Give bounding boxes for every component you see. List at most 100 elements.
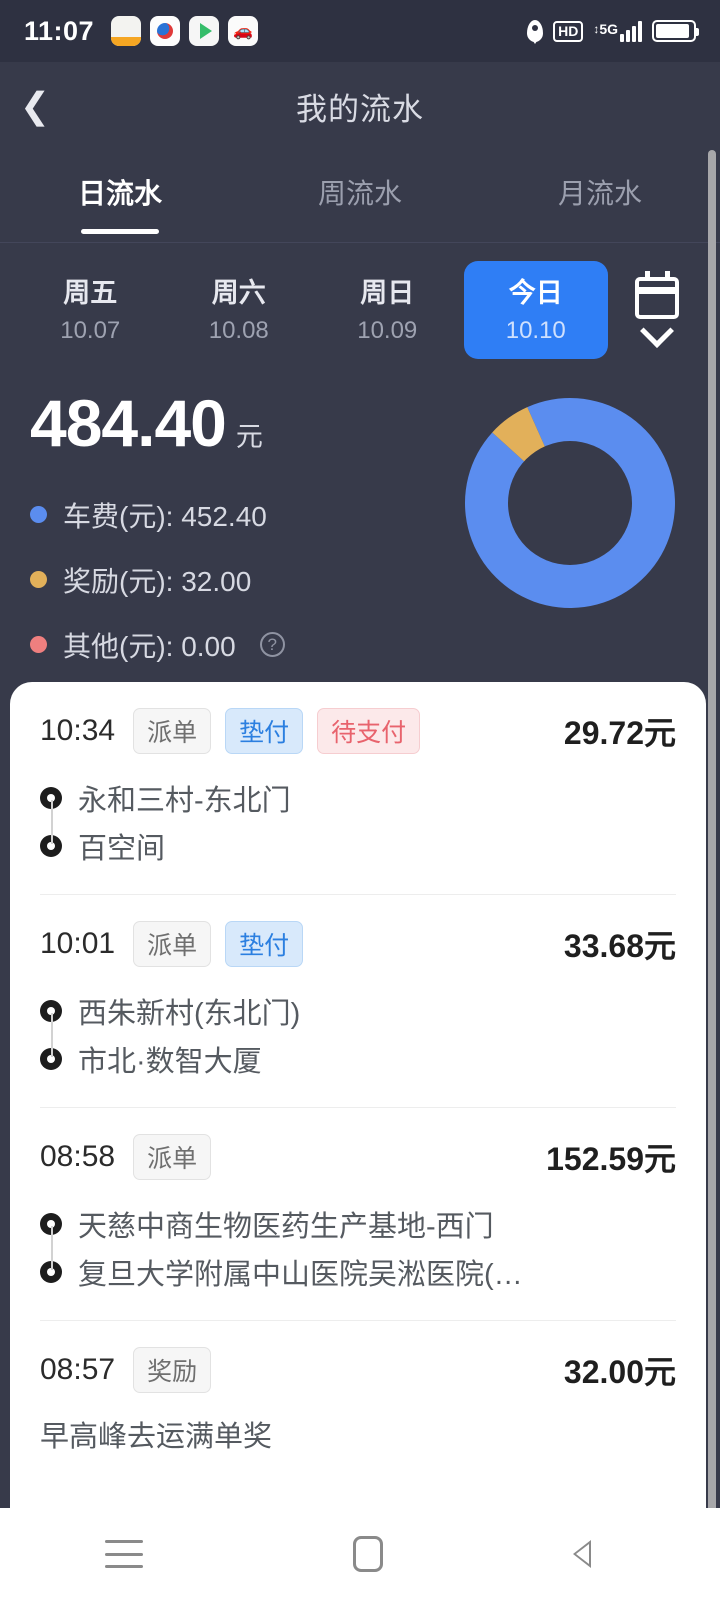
summary-text-block: 484.40 元 车费(元): 452.40 奖励(元): 32.00 其他(元…: [30, 385, 450, 665]
order-item-1[interactable]: 10:34 派单 垫付 待支付 29.72元 永和三村-东北门 百空间: [10, 682, 706, 894]
earnings-summary: 484.40 元 车费(元): 452.40 奖励(元): 32.00 其他(元…: [0, 369, 720, 665]
order-list-panel: 10:34 派单 垫付 待支付 29.72元 永和三村-东北门 百空间 10:0…: [10, 682, 706, 1600]
order-tag-type: 派单: [133, 921, 212, 967]
app-header: ❮ 我的流水: [0, 62, 720, 150]
destination-label: 市北·数智大厦: [78, 1046, 262, 1078]
tab-weekly[interactable]: 周流水: [240, 164, 480, 212]
order-header: 10:34 派单 垫付 待支付 29.72元: [40, 708, 676, 754]
order-tag-type: 派单: [133, 708, 212, 754]
hd-icon: HD: [553, 20, 584, 42]
back-button[interactable]: ❮: [0, 62, 70, 150]
order-amount: 152.59元: [546, 1141, 676, 1177]
order-time: 10:34: [40, 714, 116, 747]
legend-label-other: 其他(元): 0.00: [63, 630, 236, 662]
date-weekday: 周六: [211, 278, 266, 308]
legend-label-bonus: 奖励(元): 32.00: [63, 565, 252, 597]
order-item-3[interactable]: 08:58 派单 152.59元 天慈中商生物医药生产基地-西门 复旦大学附属中…: [10, 1108, 706, 1320]
legend-dot-other: [30, 636, 47, 654]
route-destination: 百空间: [40, 822, 676, 870]
donut-chart-svg: [464, 397, 675, 608]
origin-label: 永和三村-东北门: [78, 785, 291, 817]
status-bar: 11:07 🚗 HD 5G: [0, 0, 720, 62]
donut-hole: [508, 440, 632, 565]
order-item-4[interactable]: 08:57 奖励 32.00元 早高峰去运满单奖: [10, 1321, 706, 1479]
total-amount: 484.40: [30, 385, 227, 460]
date-value: 10.10: [505, 316, 566, 344]
order-tag-type: 派单: [133, 1134, 212, 1180]
destination-label: 百空间: [78, 833, 166, 865]
app-icon-2: [150, 16, 181, 46]
route-origin: 永和三村-东北门: [40, 774, 676, 822]
network-indicator: 5G: [593, 20, 642, 42]
route-origin: 西朱新村(东北门): [40, 987, 676, 1035]
order-time: 08:58: [40, 1140, 116, 1173]
route-destination: 复旦大学附属中山医院吴淞医院(…: [40, 1248, 676, 1296]
status-app-icons: 🚗: [111, 16, 259, 46]
order-tag-type: 奖励: [133, 1347, 212, 1393]
order-item-2[interactable]: 10:01 派单 垫付 33.68元 西朱新村(东北门) 市北·数智大厦: [10, 895, 706, 1107]
order-tag-prepaid: 垫付: [225, 708, 304, 754]
page-scrollbar[interactable]: [708, 150, 716, 1530]
chevron-left-icon: ❮: [19, 85, 51, 126]
legend-dot-fare: [30, 506, 47, 524]
system-nav-bar: [0, 1508, 720, 1600]
destination-label: 复旦大学附属中山医院吴淞医院(…: [78, 1259, 523, 1291]
location-pin-icon: [527, 20, 544, 42]
date-item-today[interactable]: 今日 10.10: [463, 261, 608, 359]
legend-item-fare: 车费(元): 452.40: [30, 495, 450, 535]
menu-icon[interactable]: [105, 1540, 143, 1568]
order-amount: 32.00元: [563, 1354, 676, 1390]
donut-chart: [450, 385, 690, 665]
home-icon[interactable]: [353, 1536, 383, 1572]
total-row: 484.40 元: [30, 385, 450, 461]
route-connector-line: [51, 800, 53, 844]
date-value: 10.09: [357, 316, 418, 344]
signal-bars-icon: [620, 20, 642, 42]
phone-screen: 11:07 🚗 HD 5G ❮ 我的流水 日流水 周流水 月流水: [0, 0, 720, 1600]
origin-label: 天慈中商生物医药生产基地-西门: [78, 1211, 494, 1243]
order-route: 天慈中商生物医药生产基地-西门 复旦大学附属中山医院吴淞医院(…: [40, 1200, 676, 1296]
legend-dot-bonus: [30, 571, 47, 589]
back-triangle-icon[interactable]: [573, 1536, 615, 1572]
order-header: 10:01 派单 垫付 33.68元: [40, 921, 676, 967]
date-item-sunday[interactable]: 周日 10.09: [315, 261, 460, 359]
car-app-icon: 🚗: [228, 16, 259, 46]
help-circle-icon[interactable]: ?: [259, 632, 285, 658]
chevron-down-icon: [640, 313, 674, 348]
chart-legend: 车费(元): 452.40 奖励(元): 32.00 其他(元): 0.00 ?: [30, 495, 450, 665]
app-icon-3: [189, 16, 220, 46]
reward-description: 早高峰去运满单奖: [40, 1421, 273, 1453]
date-item-friday[interactable]: 周五 10.07: [18, 261, 163, 359]
total-unit: 元: [235, 421, 263, 452]
order-time: 08:57: [40, 1353, 116, 1386]
order-amount: 33.68元: [563, 928, 676, 964]
date-value: 10.08: [208, 316, 269, 344]
order-tag-prepaid: 垫付: [225, 921, 304, 967]
status-time: 11:07: [24, 15, 95, 46]
date-selector: 周五 10.07 周六 10.08 周日 10.09 今日 10.10: [0, 243, 720, 369]
page-title: 我的流水: [296, 91, 424, 127]
legend-item-other: 其他(元): 0.00 ?: [30, 625, 450, 665]
route-connector-line: [51, 1226, 53, 1270]
app-icon-1: [111, 16, 142, 46]
date-item-saturday[interactable]: 周六 10.08: [167, 261, 312, 359]
order-route: 西朱新村(东北门) 市北·数智大厦: [40, 987, 676, 1083]
order-time: 10:01: [40, 927, 116, 960]
tab-daily[interactable]: 日流水: [0, 164, 240, 212]
order-header: 08:57 奖励 32.00元: [40, 1347, 676, 1393]
battery-icon: [652, 20, 699, 42]
date-weekday: 今日: [508, 278, 563, 308]
tab-monthly[interactable]: 月流水: [480, 164, 720, 212]
date-weekday: 周五: [63, 278, 118, 308]
legend-item-bonus: 奖励(元): 32.00: [30, 560, 450, 600]
calendar-picker-button[interactable]: [612, 270, 702, 348]
order-tag-status: 待支付: [317, 708, 421, 754]
date-weekday: 周日: [360, 278, 415, 308]
origin-label: 西朱新村(东北门): [78, 998, 301, 1030]
route-origin: 天慈中商生物医药生产基地-西门: [40, 1200, 676, 1248]
order-amount: 29.72元: [563, 715, 676, 751]
status-indicators: HD 5G: [527, 20, 699, 42]
network-label: 5G: [593, 22, 618, 36]
route-connector-line: [51, 1013, 53, 1057]
route-destination: 市北·数智大厦: [40, 1035, 676, 1083]
